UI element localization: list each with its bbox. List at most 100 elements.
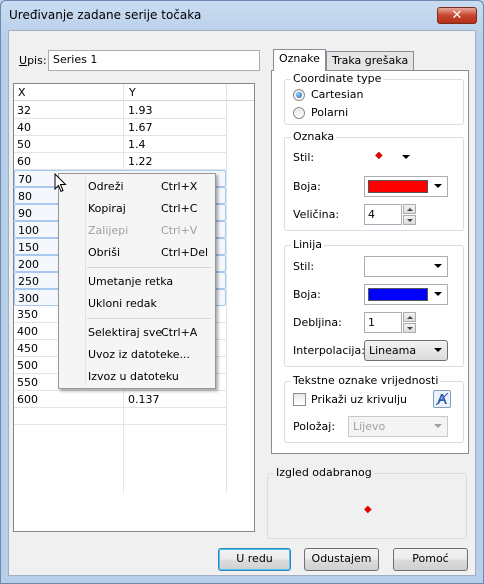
- cell-x[interactable]: 300: [18, 292, 39, 305]
- diamond-icon: ◆: [375, 150, 383, 161]
- menu-item-copy[interactable]: Kopiraj Ctrl+C: [61, 198, 213, 220]
- interpolation-label: Interpolacija:: [293, 344, 365, 357]
- chevron-down-icon: [434, 264, 442, 268]
- spin-down-icon[interactable]: [403, 215, 416, 225]
- cell-x[interactable]: 100: [18, 224, 39, 237]
- value-labels-title: Tekstne oznake vrijednosti: [291, 374, 441, 387]
- context-menu: Odreži Ctrl+X Kopiraj Ctrl+C Zalijepi Ctrl+…: [58, 173, 216, 389]
- line-style-label: Stil:: [293, 260, 315, 273]
- interpolation-combo[interactable]: Lineama: [364, 340, 448, 361]
- title-bar[interactable]: Uređivanje zadane serije točaka ✕: [1, 1, 483, 29]
- line-color-combo[interactable]: [364, 284, 448, 305]
- show-labels-label: Prikaži uz krivulju: [311, 393, 408, 406]
- line-width-value[interactable]: 1: [364, 312, 402, 333]
- close-icon: ✕: [451, 8, 463, 23]
- dialog-window: Uređivanje zadane serije točaka ✕ Upis: …: [0, 0, 484, 584]
- cell-x[interactable]: 200: [18, 258, 39, 271]
- marker-style-label: Stil:: [293, 151, 315, 164]
- spin-up-icon[interactable]: [403, 312, 416, 322]
- spin-up-icon[interactable]: [403, 204, 416, 214]
- coordinate-type-group: Coordinate type Cartesian Polarni: [284, 72, 464, 125]
- menu-item-delete[interactable]: Obriši Ctrl+Del: [61, 242, 213, 264]
- cell-x[interactable]: 350: [17, 308, 38, 321]
- table-row[interactable]: 50 1.4: [14, 136, 226, 153]
- cell-y[interactable]: 1.22: [128, 155, 153, 168]
- cell-x[interactable]: 40: [17, 121, 31, 134]
- interpolation-value: Lineama: [369, 344, 417, 357]
- marker-size-label: Veličina:: [293, 208, 340, 221]
- cell-x[interactable]: 32: [17, 104, 31, 117]
- marker-color-combo[interactable]: [364, 176, 448, 197]
- marker-group-title: Oznaka: [291, 130, 337, 143]
- marker-size-value[interactable]: 4: [364, 204, 402, 225]
- cell-x[interactable]: 400: [17, 325, 38, 338]
- menu-item-remove-row[interactable]: Ukloni redak: [61, 293, 213, 315]
- marker-group: Oznaka Stil: ◆ Boja: Veličina: 4: [284, 130, 464, 231]
- line-style-combo[interactable]: [364, 256, 448, 277]
- cell-x[interactable]: 50: [17, 138, 31, 151]
- cell-y[interactable]: 1.67: [128, 121, 153, 134]
- preview-group: Izgled odabranog ◆: [267, 466, 467, 539]
- line-width-spinner[interactable]: 1: [364, 312, 418, 333]
- cell-x[interactable]: 150: [18, 241, 39, 254]
- table-row[interactable]: 60 1.22: [14, 153, 226, 170]
- cell-y[interactable]: 1.93: [128, 104, 153, 117]
- cell-x[interactable]: 90: [18, 207, 32, 220]
- empty-table-row[interactable]: [14, 408, 226, 425]
- menu-item-import[interactable]: Uvoz iz datoteke...: [61, 344, 213, 366]
- line-color-label: Boja:: [293, 288, 321, 301]
- help-button[interactable]: Pomoć: [393, 548, 468, 571]
- chevron-down-icon: [434, 292, 442, 296]
- tab-markers[interactable]: Oznake: [273, 49, 326, 71]
- cell-x[interactable]: 60: [17, 155, 31, 168]
- marker-color-swatch: [368, 180, 428, 193]
- close-button[interactable]: ✕: [437, 7, 477, 24]
- line-group-title: Linija: [291, 238, 325, 251]
- cell-y[interactable]: 1.4: [128, 138, 146, 151]
- chevron-down-icon: [402, 155, 410, 159]
- cell-x[interactable]: 250: [18, 275, 39, 288]
- cell-x[interactable]: 500: [17, 359, 38, 372]
- menu-item-select-all[interactable]: Selektiraj sve Ctrl+A: [61, 322, 213, 344]
- cell-x[interactable]: 600: [17, 393, 38, 406]
- radio-cartesian[interactable]: [293, 89, 305, 101]
- radio-polar[interactable]: [293, 107, 305, 119]
- spin-down-icon[interactable]: [403, 323, 416, 333]
- chevron-down-icon: [434, 348, 442, 352]
- cell-x[interactable]: 450: [17, 342, 38, 355]
- mouse-cursor-icon: [54, 173, 67, 193]
- cell-x[interactable]: 80: [18, 190, 32, 203]
- marker-style-combo[interactable]: ◆: [364, 147, 416, 168]
- preview-marker-icon: ◆: [364, 504, 372, 515]
- font-button[interactable]: [433, 390, 451, 408]
- tab-error-bars[interactable]: Traka grešaka: [326, 51, 415, 70]
- position-combo: Lijevo: [348, 416, 448, 437]
- position-value: Lijevo: [353, 420, 386, 433]
- name-input[interactable]: Series 1: [48, 50, 260, 71]
- menu-item-export[interactable]: Izvoz u datoteku: [61, 366, 213, 388]
- marker-size-spinner[interactable]: 4: [364, 204, 418, 225]
- cell-y[interactable]: 0.137: [128, 393, 160, 406]
- chevron-down-icon: [434, 424, 442, 428]
- column-header-x[interactable]: X: [18, 86, 26, 99]
- line-group: Linija Stil: Boja: Debljina: 1 Interpola…: [284, 238, 464, 367]
- position-label: Položaj:: [293, 420, 336, 433]
- radio-cartesian-label: Cartesian: [311, 88, 364, 101]
- preview-title: Izgled odabranog: [274, 466, 374, 479]
- ok-button[interactable]: U redu: [218, 548, 291, 571]
- cancel-button[interactable]: Odustajem: [304, 548, 379, 571]
- show-labels-checkbox[interactable]: [293, 393, 306, 406]
- column-header-y[interactable]: Y: [129, 86, 136, 99]
- window-title: Uređivanje zadane serije točaka: [9, 8, 202, 22]
- menu-item-paste: Zalijepi Ctrl+V: [88, 224, 198, 237]
- cell-x[interactable]: 550: [17, 376, 38, 389]
- font-icon: [435, 392, 449, 406]
- menu-item-insert-row[interactable]: Umetanje retka: [61, 271, 213, 293]
- radio-polar-label: Polarni: [311, 106, 349, 119]
- menu-item-cut[interactable]: Odreži Ctrl+X: [61, 176, 213, 198]
- grid-header: X Y: [14, 84, 254, 101]
- table-row[interactable]: 40 1.67: [14, 119, 226, 136]
- table-row[interactable]: 600 0.137: [14, 391, 226, 408]
- table-row[interactable]: 32 1.93: [14, 102, 226, 119]
- cell-x[interactable]: 70: [18, 173, 32, 186]
